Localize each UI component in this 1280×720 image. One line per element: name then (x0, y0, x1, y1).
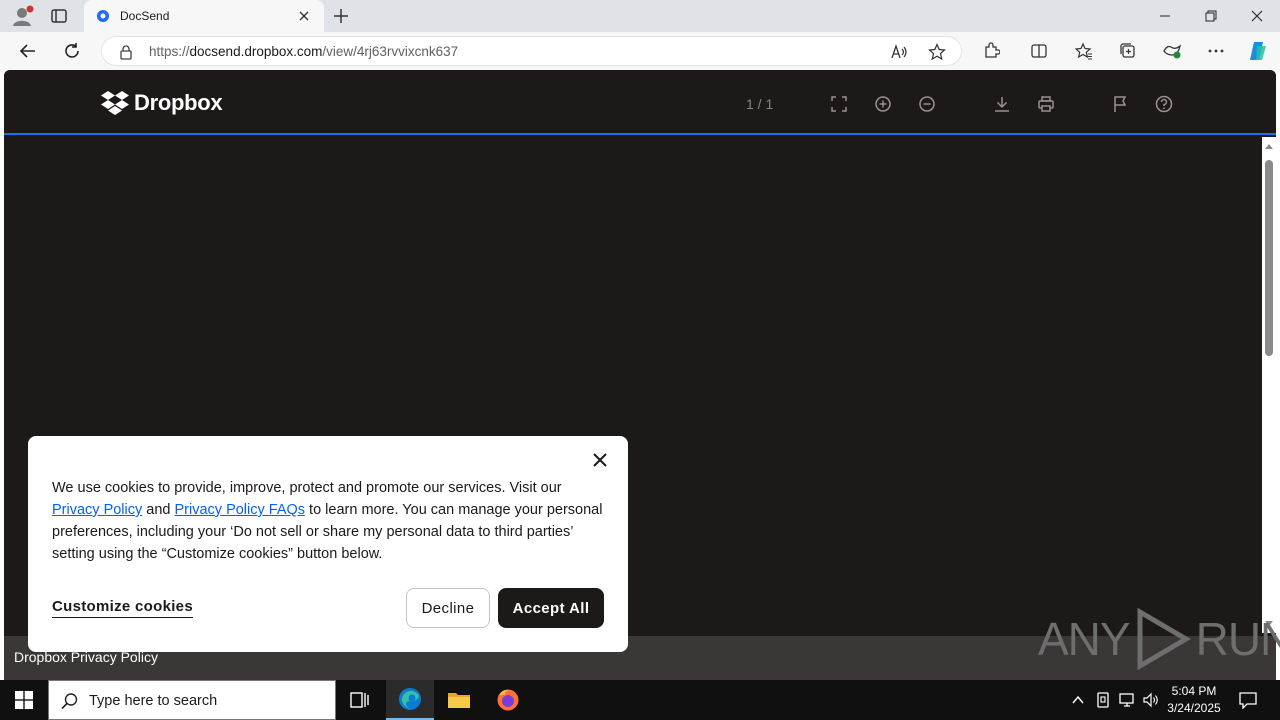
docsend-favicon-icon (96, 9, 110, 23)
tab-actions-icon[interactable] (50, 7, 68, 25)
clock-time: 5:04 PM (1171, 684, 1217, 698)
read-aloud-icon[interactable] (890, 43, 908, 61)
decline-button[interactable]: Decline (406, 588, 490, 628)
cookie-text-part: We use cookies to provide, improve, prot… (52, 480, 562, 496)
search-icon (61, 692, 79, 710)
url-scheme: https:// (149, 44, 190, 59)
taskbar-search-box[interactable]: Type here to search (48, 680, 336, 720)
notifications-icon[interactable] (1238, 691, 1258, 709)
watermark-text-left: ANY (1038, 613, 1131, 665)
lock-icon[interactable] (119, 44, 133, 60)
cookie-close-icon[interactable] (590, 450, 610, 470)
browser-essentials-icon[interactable] (1157, 36, 1187, 66)
volume-icon[interactable] (1142, 691, 1160, 709)
browser-toolbar: https://docsend.dropbox.com/view/4rj63rv… (0, 32, 1280, 70)
scrollbar-thumb[interactable] (1265, 160, 1273, 356)
address-bar[interactable]: https://docsend.dropbox.com/view/4rj63rv… (101, 36, 962, 66)
url-text[interactable]: https://docsend.dropbox.com/view/4rj63rv… (149, 44, 458, 59)
cookie-message: We use cookies to provide, improve, prot… (52, 477, 608, 565)
split-screen-icon[interactable] (1024, 36, 1054, 66)
zoom-out-icon[interactable] (915, 92, 939, 116)
favorite-star-icon[interactable] (928, 43, 946, 61)
cookie-consent-dialog: We use cookies to provide, improve, prot… (28, 436, 628, 652)
tab-docsend[interactable]: DocSend (84, 0, 324, 32)
cookie-text-part: and (142, 502, 175, 518)
task-view-icon[interactable] (336, 680, 384, 720)
dropbox-wordmark: Dropbox (134, 90, 223, 115)
extensions-icon[interactable] (976, 36, 1006, 66)
new-tab-icon[interactable] (332, 7, 350, 25)
search-placeholder: Type here to search (89, 693, 218, 709)
dropbox-logo-icon (101, 91, 129, 115)
customize-cookies-link[interactable]: Customize cookies (52, 598, 193, 618)
clock-date: 3/24/2025 (1167, 701, 1221, 715)
print-icon[interactable] (1034, 92, 1058, 116)
accept-all-button[interactable]: Accept All (498, 588, 604, 628)
taskbar-clock[interactable]: 5:04 PM 3/24/2025 (1164, 683, 1224, 717)
url-path: /view/4rj63rvvixcnk637 (322, 44, 459, 59)
page-counter: 1 / 1 (746, 96, 774, 112)
collections-icon[interactable] (1113, 36, 1143, 66)
watermark-play-icon (1137, 608, 1191, 670)
network-icon[interactable] (1118, 691, 1136, 709)
show-hidden-icons-icon[interactable] (1071, 693, 1085, 707)
tab-close-icon[interactable] (296, 8, 312, 24)
copilot-icon[interactable] (1243, 36, 1273, 66)
help-icon[interactable] (1152, 92, 1176, 116)
scroll-up-arrow-icon[interactable] (1265, 143, 1273, 149)
windows-taskbar: Type here to search 5:04 PM 3/24/2025 (0, 680, 1280, 720)
favorites-icon[interactable] (1069, 36, 1099, 66)
restore-icon[interactable] (1188, 0, 1234, 32)
minimize-icon[interactable] (1142, 0, 1188, 32)
zoom-in-icon[interactable] (871, 92, 895, 116)
file-explorer-icon[interactable] (435, 680, 483, 720)
download-icon[interactable] (990, 92, 1014, 116)
profile-icon[interactable] (10, 5, 34, 27)
watermark-text-right: RUN (1195, 613, 1280, 665)
device-icon[interactable] (1095, 691, 1111, 709)
start-button-icon[interactable] (0, 680, 48, 720)
fullscreen-icon[interactable] (827, 92, 851, 116)
refresh-icon[interactable] (57, 36, 87, 66)
report-flag-icon[interactable] (1108, 92, 1132, 116)
privacy-policy-faqs-link[interactable]: Privacy Policy FAQs (175, 502, 306, 518)
firefox-icon[interactable] (484, 680, 532, 720)
tab-title: DocSend (120, 9, 170, 23)
edge-taskbar-icon[interactable] (386, 680, 434, 720)
docsend-header: Dropbox 1 / 1 (4, 70, 1276, 135)
browser-tab-strip: DocSend (0, 0, 1280, 32)
back-icon[interactable] (13, 36, 43, 66)
anyrun-watermark: ANY RUN (1038, 608, 1280, 670)
dropbox-logo[interactable]: Dropbox (100, 90, 223, 116)
more-options-icon[interactable] (1201, 36, 1231, 66)
url-host: docsend.dropbox.com (189, 44, 323, 59)
close-window-icon[interactable] (1234, 0, 1280, 32)
privacy-policy-link[interactable]: Privacy Policy (52, 502, 142, 518)
